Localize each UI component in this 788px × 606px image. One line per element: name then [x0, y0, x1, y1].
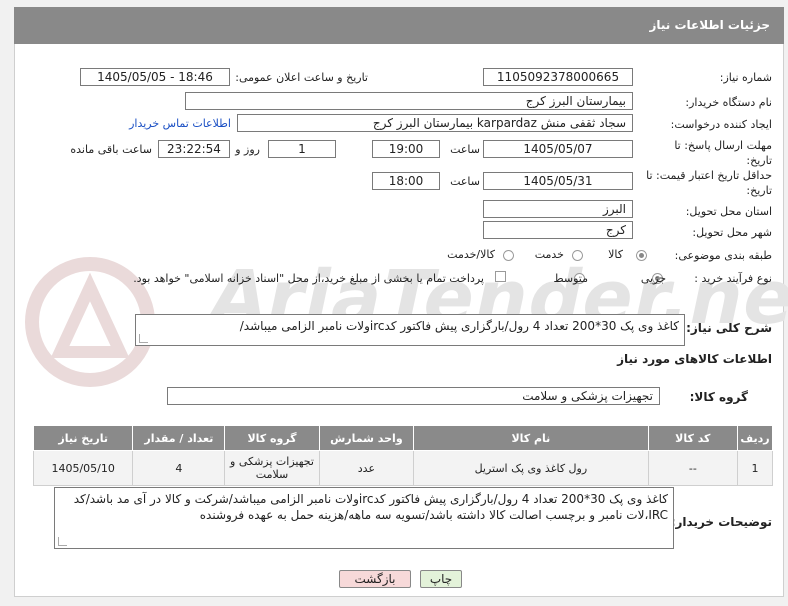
table-header-row: ردیف کد کالا نام کالا واحد شمارش گروه کا… — [32, 425, 773, 451]
days-label: روز و — [235, 143, 260, 156]
process-medium-label: متوسط — [553, 272, 588, 285]
validity-time-label: ساعت — [450, 175, 480, 188]
deadline-label: مهلت ارسال پاسخ: تا تاریخ: — [674, 139, 772, 167]
remaining-label: ساعت باقی مانده — [70, 143, 152, 156]
remaining-time-field: 23:22:54 — [158, 140, 230, 158]
page-title: جزئیات اطلاعات نیاز — [649, 18, 770, 32]
resize-grip-icon[interactable] — [139, 334, 148, 343]
buyer-notes-label: توضیحات خریدار: — [670, 515, 772, 529]
description-label: شرح کلی نیاز: — [686, 321, 772, 335]
cell-group: تجهیزات پزشکی و سلامت — [224, 450, 320, 486]
city-field: کرج — [483, 221, 633, 239]
cell-row: 1 — [737, 450, 773, 486]
category-radio-service[interactable] — [572, 250, 583, 261]
col-group: گروه کالا — [224, 425, 320, 451]
print-button[interactable]: چاپ — [420, 570, 462, 588]
category-goods-service-label: کالا/خدمت — [447, 248, 495, 261]
back-button[interactable]: بازگشت — [339, 570, 411, 588]
cell-code: -- — [647, 450, 739, 486]
goods-table: ردیف کد کالا نام کالا واحد شمارش گروه کا… — [32, 425, 773, 486]
validity-date-field: 1405/05/31 — [483, 172, 633, 190]
resize-grip-icon[interactable] — [58, 537, 67, 546]
category-goods-label: کالا — [608, 248, 623, 261]
cell-need-date: 1405/05/10 — [32, 450, 134, 486]
province-field: البرز — [483, 200, 633, 218]
deadline-time-label: ساعت — [450, 143, 480, 156]
goods-group-label: گروه کالا: — [689, 390, 748, 404]
deadline-time-field: 19:00 — [372, 140, 440, 158]
treasury-payment-checkbox[interactable] — [495, 271, 506, 282]
goods-group-field: تجهیزات پزشکی و سلامت — [167, 387, 660, 405]
validity-label: حداقل تاریخ اعتبار قیمت: تا تاریخ: — [646, 169, 772, 197]
category-radio-goods[interactable] — [636, 250, 647, 261]
col-need-date: تاریخ نیاز — [32, 425, 134, 451]
cell-quantity: 4 — [132, 450, 226, 486]
buyer-notes-field: کاغذ وی پک 30*200 تعداد 4 رول/بارگزاری پ… — [54, 487, 674, 549]
col-unit: واحد شمارش — [318, 425, 415, 451]
process-minor-label: جزیی — [640, 272, 666, 285]
province-label: استان محل تحویل: — [685, 205, 772, 218]
city-label: شهر محل تحویل: — [692, 226, 772, 239]
announce-label: تاریخ و ساعت اعلان عمومی: — [235, 71, 368, 84]
days-field: 1 — [268, 140, 336, 158]
announce-field: 1405/05/05 - 18:46 — [80, 68, 230, 86]
contact-buyer-link[interactable]: اطلاعات تماس خریدار — [129, 117, 231, 130]
need-number-label: شماره نیاز: — [719, 71, 772, 84]
category-label: طبقه بندی موضوعی: — [674, 249, 772, 262]
col-name: نام کالا — [413, 425, 649, 451]
col-code: کد کالا — [647, 425, 739, 451]
category-service-label: خدمت — [534, 248, 564, 261]
description-field: کاغذ وی پک 30*200 تعداد 4 رول/بارگزاری پ… — [135, 314, 685, 346]
buyer-notes-text: کاغذ وی پک 30*200 تعداد 4 رول/بارگزاری پ… — [73, 492, 668, 522]
table-row: 1 -- رول کاغذ وی پک استریل عدد تجهیزات پ… — [32, 450, 773, 486]
process-label: نوع فرآیند خرید : — [694, 272, 772, 285]
creator-label: ایجاد کننده درخواست: — [670, 118, 772, 131]
need-number-field: 1105092378000665 — [483, 68, 633, 86]
validity-time-field: 18:00 — [372, 172, 440, 190]
col-quantity: تعداد / مقدار — [132, 425, 226, 451]
header-bar: جزئیات اطلاعات نیاز — [14, 7, 784, 44]
buyer-org-field: بیمارستان البرز کرج — [185, 92, 633, 110]
deadline-date-field: 1405/05/07 — [483, 140, 633, 158]
buyer-org-label: نام دستگاه خریدار: — [685, 96, 772, 109]
cell-name: رول کاغذ وی پک استریل — [413, 450, 649, 486]
treasury-payment-note: پرداخت تمام یا بخشی از مبلغ خرید،از محل … — [133, 272, 484, 285]
creator-field: سجاد ثقفی منش karpardaz بیمارستان البرز … — [237, 114, 633, 132]
goods-section-title: اطلاعات کالاهای مورد نیاز — [617, 352, 772, 366]
category-radio-goods-service[interactable] — [503, 250, 514, 261]
col-row: ردیف — [737, 425, 773, 451]
description-text: کاغذ وی پک 30*200 تعداد 4 رول/بارگزاری پ… — [239, 319, 679, 333]
cell-unit: عدد — [318, 450, 415, 486]
